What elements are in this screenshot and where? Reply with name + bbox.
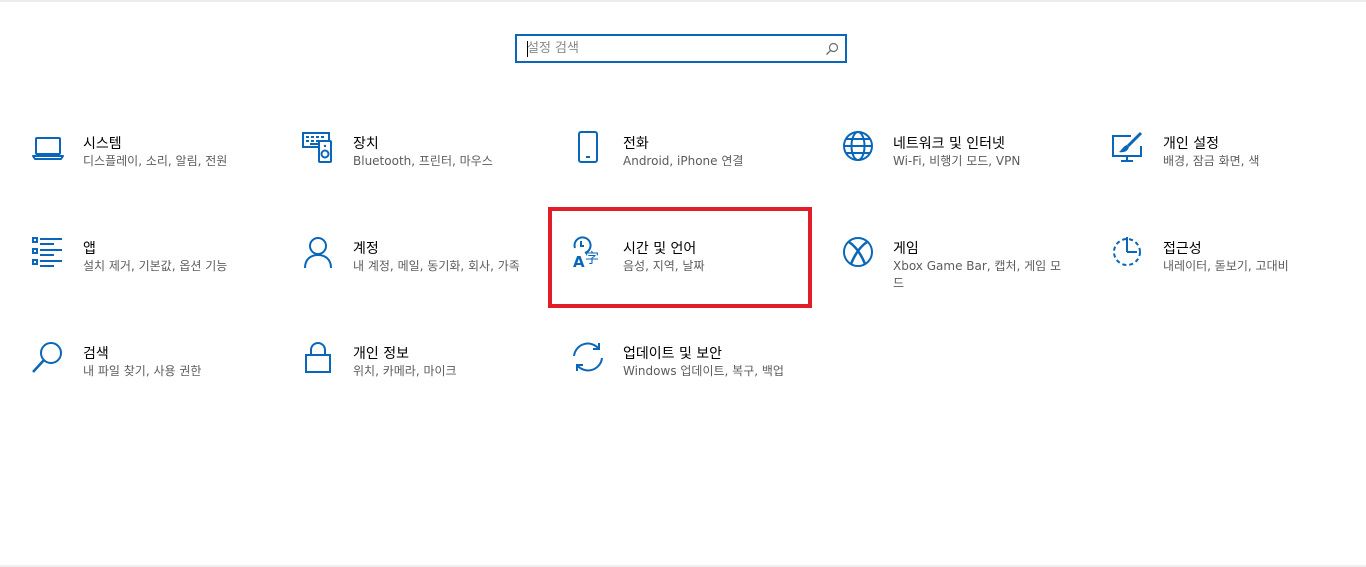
tile-title: 계정	[353, 241, 379, 257]
text-caret	[527, 41, 528, 57]
search-icon[interactable]	[825, 42, 839, 56]
tile-title: 접근성	[1163, 241, 1202, 257]
tile-description: 내 파일 찾기, 사용 권한	[83, 364, 202, 378]
tile-description: Android, iPhone 연결	[623, 154, 744, 168]
search-input[interactable]	[527, 39, 817, 58]
tile-title: 개인 정보	[353, 346, 409, 362]
tile-description: 설치 제거, 기본값, 옵션 기능	[83, 259, 228, 273]
tile-phone[interactable]: 전화 Android, iPhone 연결	[571, 131, 821, 211]
tile-title: 개인 설정	[1163, 136, 1219, 152]
tile-title: 시스템	[83, 136, 122, 152]
tile-personalization[interactable]: 개인 설정 배경, 잠금 화면, 색	[1111, 131, 1361, 211]
tile-description: Windows 업데이트, 복구, 백업	[623, 364, 784, 378]
tile-search[interactable]: 검색 내 파일 찾기, 사용 권한	[31, 341, 281, 421]
tile-time-language[interactable]: A 字 시간 및 언어 음성, 지역, 날짜	[571, 236, 821, 316]
tile-description: 음성, 지역, 날짜	[623, 259, 705, 273]
devices-icon	[302, 132, 332, 163]
tile-description: 내 계정, 메일, 동기화, 회사, 가족	[353, 259, 520, 273]
xbox-icon	[843, 237, 873, 267]
tile-title: 게임	[893, 241, 919, 257]
tile-description: Xbox Game Bar, 캡처, 게임 모드	[893, 259, 1062, 290]
tile-privacy[interactable]: 개인 정보 위치, 카메라, 마이크	[301, 341, 551, 421]
tile-network[interactable]: 네트워크 및 인터넷 Wi-Fi, 비행기 모드, VPN	[841, 131, 1091, 211]
tile-title: 전화	[623, 136, 649, 152]
tile-title: 업데이트 및 보안	[623, 346, 723, 362]
laptop-icon	[32, 137, 64, 160]
tile-gaming[interactable]: 게임 Xbox Game Bar, 캡처, 게임 모드	[841, 236, 1091, 316]
tile-title: 장치	[353, 136, 379, 152]
sync-icon	[573, 342, 603, 372]
tile-description: 배경, 잠금 화면, 색	[1163, 154, 1260, 168]
tile-accessibility[interactable]: 접근성 내레이터, 돋보기, 고대비	[1111, 236, 1361, 316]
tile-title: 시간 및 언어	[623, 241, 697, 257]
accessibility-icon	[1113, 237, 1141, 266]
top-divider	[0, 0, 1366, 2]
tile-system[interactable]: 시스템 디스플레이, 소리, 알림, 전원	[31, 131, 281, 211]
time-language-icon: A 字	[573, 236, 599, 270]
lock-icon	[305, 342, 331, 373]
magnifier-icon	[32, 342, 62, 373]
tile-description: 내레이터, 돋보기, 고대비	[1163, 259, 1289, 273]
svg-text:A: A	[573, 253, 585, 270]
personalization-icon	[1112, 131, 1143, 162]
person-icon	[304, 237, 332, 269]
tile-description: Wi-Fi, 비행기 모드, VPN	[893, 154, 1021, 168]
tile-accounts[interactable]: 계정 내 계정, 메일, 동기화, 회사, 가족	[301, 236, 551, 316]
tile-description: Bluetooth, 프린터, 마우스	[353, 154, 493, 168]
tile-update-security[interactable]: 업데이트 및 보안 Windows 업데이트, 복구, 백업	[571, 341, 821, 421]
search-box[interactable]	[515, 34, 847, 63]
apps-list-icon	[32, 237, 62, 267]
tile-title: 네트워크 및 인터넷	[893, 136, 1005, 152]
tile-apps[interactable]: 앱 설치 제거, 기본값, 옵션 기능	[31, 236, 281, 316]
svg-text:字: 字	[585, 251, 599, 267]
globe-icon	[843, 131, 873, 161]
phone-icon	[578, 131, 598, 163]
tile-description: 디스플레이, 소리, 알림, 전원	[83, 154, 228, 168]
tile-title: 앱	[83, 241, 96, 257]
tile-description: 위치, 카메라, 마이크	[353, 364, 457, 378]
tile-devices[interactable]: 장치 Bluetooth, 프린터, 마우스	[301, 131, 551, 211]
tile-title: 검색	[83, 346, 109, 362]
